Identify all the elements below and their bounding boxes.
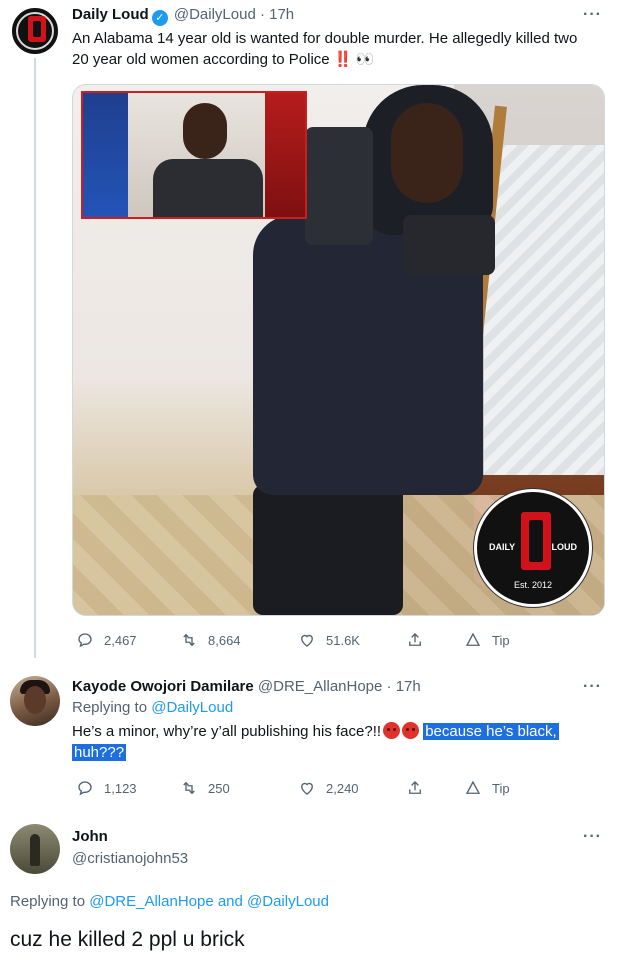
reply2-header: John <box>72 828 108 845</box>
reply-icon <box>78 781 92 796</box>
watermark-logo-right-text: LOUD <box>551 542 578 552</box>
watermark-logo-est: Est. 2012 <box>513 580 553 590</box>
watermark-logo-mark <box>521 512 551 570</box>
reply-reply-button[interactable]: 1,123 <box>76 779 180 797</box>
eyes-emoji: 👀 <box>355 51 375 68</box>
reply-more-options-icon[interactable]: ··· <box>583 678 602 696</box>
tweet-text-line-2-main: 20 year old women according to Police <box>72 51 330 68</box>
media-inset-photo <box>81 91 307 219</box>
reply-like-count: 2,240 <box>326 780 359 796</box>
tip-icon <box>465 780 481 794</box>
like-button[interactable]: 51.6K <box>298 631 406 649</box>
reply2-replying-to: Replying to @DRE_AllanHope and @DailyLou… <box>10 893 329 910</box>
share-icon <box>409 633 421 646</box>
reply2-author-name[interactable]: John <box>72 828 108 845</box>
reply2-replying-to-label: Replying to <box>10 893 86 910</box>
tweet-action-bar: 2,467 8,664 51.6K Tip <box>76 631 510 649</box>
retweet-icon <box>183 633 195 647</box>
reply-count: 2,467 <box>104 632 137 648</box>
replying-to-handle[interactable]: @DailyLoud <box>151 699 233 716</box>
tweet-text-line-2: 20 year old women according to Police ‼️… <box>72 49 608 70</box>
reply-like-button[interactable]: 2,240 <box>298 779 406 797</box>
share-icon <box>409 781 421 794</box>
reply-retweet-count: 250 <box>208 780 230 796</box>
tweet-header: Daily Loud ✓ @DailyLoud · 17h <box>72 6 294 26</box>
avatar-logo-mark <box>28 16 46 42</box>
tweet-text-line-1: An Alabama 14 year old is wanted for dou… <box>72 30 578 47</box>
angry-face-emoji <box>383 722 401 739</box>
reply-action-bar: 1,123 250 2,240 Tip <box>76 779 510 797</box>
reply-text-main: He’s a minor, why’re y’all publishing hi… <box>72 723 382 740</box>
daily-loud-avatar[interactable] <box>10 6 60 56</box>
reply2-text: cuz he killed 2 ppl u brick <box>10 928 245 951</box>
reply-button[interactable]: 2,467 <box>76 631 180 649</box>
inset-person-head <box>183 103 227 159</box>
tip-label: Tip <box>492 632 510 648</box>
replying-to-label: Replying to <box>72 699 148 716</box>
reply-replying-to: Replying to @DailyLoud <box>72 699 233 716</box>
tip-button[interactable]: Tip <box>464 631 510 649</box>
tweet-text: An Alabama 14 year old is wanted for dou… <box>72 28 608 70</box>
selected-text-highlight-1[interactable]: because he’s black, <box>423 723 559 740</box>
watermark-logo-left-text: DAILY <box>489 542 516 552</box>
media-object-left <box>305 127 373 245</box>
author-name[interactable]: Daily Loud <box>72 6 149 23</box>
reply-text: He’s a minor, why’re y’all publishing hi… <box>72 721 602 763</box>
reply-tip-label: Tip <box>492 780 510 796</box>
reply2-handle-row: @cristianojohn53 <box>72 850 188 867</box>
heart-icon <box>301 782 313 795</box>
reply-header: Kayode Owojori Damilare @DRE_AllanHope ·… <box>72 678 421 695</box>
john-avatar[interactable] <box>10 824 60 874</box>
angry-face-emoji <box>402 722 420 739</box>
reply-tip-button[interactable]: Tip <box>464 779 510 797</box>
reply2-replying-to-handles[interactable]: @DRE_AllanHope and @DailyLoud <box>89 893 329 910</box>
inset-blue-panel <box>83 93 128 217</box>
reply-icon <box>78 633 92 648</box>
verified-badge-icon: ✓ <box>151 10 168 26</box>
reply2-author-handle[interactable]: @cristianojohn53 <box>72 850 188 867</box>
media-person-legs <box>253 485 403 615</box>
reply-author-name[interactable]: Kayode Owojori Damilare <box>72 678 254 695</box>
reply-author-handle[interactable]: @DRE_AllanHope <box>258 678 382 695</box>
kayode-avatar[interactable] <box>10 676 60 726</box>
reply-reply-count: 1,123 <box>104 780 137 796</box>
tweet-media-image[interactable]: DAILY LOUD Est. 2012 <box>72 84 605 616</box>
selected-text-highlight-2[interactable]: huh??? <box>72 744 127 761</box>
reply-share-button[interactable] <box>406 779 464 797</box>
reply-time[interactable]: · 17h <box>387 678 421 695</box>
retweet-count: 8,664 <box>208 632 241 648</box>
avatar-figure <box>30 834 40 866</box>
inset-person-shirt <box>153 159 263 217</box>
inset-red-panel <box>265 93 305 217</box>
reply-retweet-button[interactable]: 250 <box>180 779 298 797</box>
heart-icon <box>301 634 313 647</box>
double-exclamation-emoji: ‼️ <box>333 51 353 68</box>
retweet-button[interactable]: 8,664 <box>180 631 298 649</box>
tweet-time[interactable]: · 17h <box>260 6 294 23</box>
reply2-more-options-icon[interactable]: ··· <box>583 828 602 846</box>
tip-icon <box>465 632 481 646</box>
retweet-icon <box>183 781 195 795</box>
media-person-face <box>391 103 463 203</box>
thread-connector-line <box>34 58 36 658</box>
like-count: 51.6K <box>326 632 360 648</box>
avatar-face <box>24 686 46 714</box>
daily-loud-watermark-logo: DAILY LOUD Est. 2012 <box>474 489 592 607</box>
share-button[interactable] <box>406 631 464 649</box>
more-options-icon[interactable]: ··· <box>583 6 602 24</box>
media-object-right <box>403 215 495 275</box>
author-handle[interactable]: @DailyLoud <box>174 6 256 23</box>
media-bed <box>484 145 604 485</box>
